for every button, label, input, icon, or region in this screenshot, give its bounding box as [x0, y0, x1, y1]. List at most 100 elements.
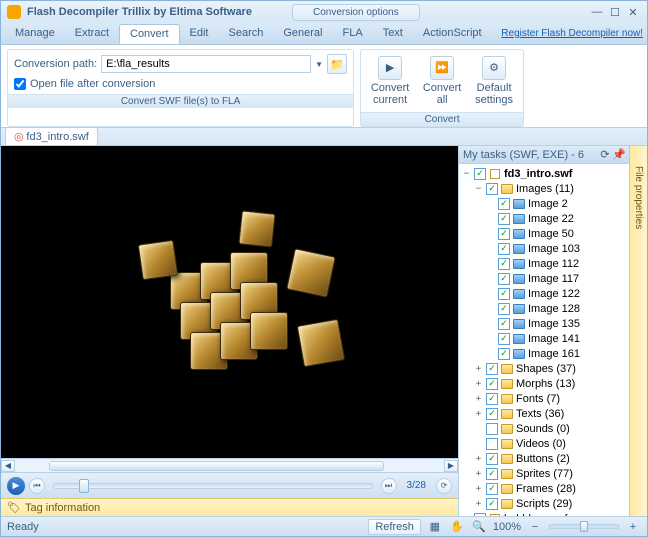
tree-node[interactable]: Videos (0): [461, 436, 627, 451]
node-label[interactable]: Image 50: [528, 228, 574, 240]
tree-node[interactable]: +✓ Fonts (7): [461, 391, 627, 406]
zoom-tool-icon[interactable]: 🔍: [471, 519, 487, 535]
node-label[interactable]: Image 2: [528, 198, 568, 210]
convert-current-button[interactable]: ▶ Convert current: [367, 54, 413, 108]
checkbox[interactable]: ✓: [486, 483, 498, 495]
tree-node[interactable]: Sounds (0): [461, 421, 627, 436]
tree-node[interactable]: ✓ Image 135: [461, 316, 627, 331]
pin-icon[interactable]: 📌: [613, 149, 625, 161]
browse-folder-button[interactable]: 📁: [327, 54, 347, 74]
menutab-edit[interactable]: Edit: [180, 24, 219, 44]
tree-node[interactable]: ✓ Image 122: [461, 286, 627, 301]
tree-node[interactable]: −✓ fd3_intro.swf: [461, 166, 627, 181]
scroll-track[interactable]: [15, 460, 444, 472]
open-after-checkbox-input[interactable]: [14, 78, 26, 90]
expand-icon[interactable]: −: [461, 169, 472, 179]
scroll-left-icon[interactable]: ◀: [1, 460, 15, 472]
node-label[interactable]: Image 22: [528, 213, 574, 225]
checkbox[interactable]: ✓: [498, 198, 510, 210]
zoom-slider[interactable]: [549, 524, 619, 529]
close-icon[interactable]: ✕: [625, 5, 641, 19]
sync-button[interactable]: ⟳: [436, 478, 452, 494]
dropdown-icon[interactable]: ▼: [315, 60, 323, 69]
node-label[interactable]: Fonts (7): [516, 393, 560, 405]
node-label[interactable]: Image 112: [528, 258, 579, 270]
file-properties-tab[interactable]: File properties: [629, 146, 647, 516]
tree-node[interactable]: +✓Sprites (77): [461, 466, 627, 481]
scroll-right-icon[interactable]: ▶: [444, 460, 458, 472]
node-label[interactable]: Image 141: [528, 333, 580, 345]
checkbox[interactable]: ✓: [486, 498, 498, 510]
menutab-extract[interactable]: Extract: [65, 24, 119, 44]
checkbox[interactable]: ✓: [498, 213, 510, 225]
conversion-options-button[interactable]: Conversion options: [292, 4, 420, 21]
tag-information-bar[interactable]: 🏷 Tag information: [1, 498, 458, 516]
checkbox[interactable]: ✓: [486, 378, 498, 390]
checkbox[interactable]: ✓: [486, 393, 498, 405]
tree-node[interactable]: ✓ Image 2: [461, 196, 627, 211]
node-label[interactable]: Image 117: [528, 273, 579, 285]
slider-knob[interactable]: [79, 479, 89, 493]
checkbox[interactable]: [486, 423, 498, 435]
node-label[interactable]: Buttons (2): [516, 453, 570, 465]
node-label[interactable]: Sounds (0): [516, 423, 570, 435]
checkbox[interactable]: ✓: [498, 243, 510, 255]
default-settings-button[interactable]: ⚙ Default settings: [471, 54, 517, 108]
menutab-actionscript[interactable]: ActionScript: [413, 24, 492, 44]
hand-tool-icon[interactable]: ✋: [449, 519, 465, 535]
refresh-button[interactable]: Refresh: [368, 519, 421, 535]
node-label[interactable]: Morphs (13): [516, 378, 575, 390]
select-tool-icon[interactable]: ▦: [427, 519, 443, 535]
menutab-fla[interactable]: FLA: [333, 24, 373, 44]
node-label[interactable]: Frames (28): [516, 483, 576, 495]
node-label[interactable]: Image 135: [528, 318, 580, 330]
menutab-search[interactable]: Search: [219, 24, 274, 44]
checkbox[interactable]: ✓: [486, 468, 498, 480]
expand-icon[interactable]: −: [473, 184, 484, 194]
register-link[interactable]: Register Flash Decompiler now!: [501, 28, 643, 39]
checkbox[interactable]: ✓: [498, 348, 510, 360]
checkbox[interactable]: ✓: [486, 183, 498, 195]
horizontal-scrollbar[interactable]: ◀ ▶: [1, 458, 458, 472]
checkbox[interactable]: ✓: [498, 228, 510, 240]
node-label[interactable]: Images (11): [516, 183, 574, 195]
node-label[interactable]: Image 161: [528, 348, 580, 360]
menutab-convert[interactable]: Convert: [119, 24, 180, 44]
tree-node[interactable]: ✓Image 112: [461, 256, 627, 271]
checkbox[interactable]: [486, 438, 498, 450]
expand-icon[interactable]: +: [473, 379, 484, 389]
node-label[interactable]: Image 122: [528, 288, 580, 300]
node-label[interactable]: fd3_intro.swf: [504, 168, 572, 180]
checkbox[interactable]: ✓: [498, 318, 510, 330]
node-label[interactable]: Sprites (77): [516, 468, 573, 480]
zoom-out-icon[interactable]: −: [527, 519, 543, 535]
checkbox[interactable]: ✓: [486, 453, 498, 465]
tree-node[interactable]: ✓ Image 128: [461, 301, 627, 316]
node-label[interactable]: Image 128: [528, 303, 580, 315]
checkbox[interactable]: ✓: [498, 333, 510, 345]
checkbox[interactable]: ✓: [486, 363, 498, 375]
expand-icon[interactable]: +: [473, 454, 484, 464]
checkbox[interactable]: ✓: [486, 408, 498, 420]
checkbox[interactable]: ✓: [474, 168, 486, 180]
tree-node[interactable]: ✓ Image 161: [461, 346, 627, 361]
scroll-thumb[interactable]: [49, 461, 384, 471]
expand-icon[interactable]: +: [473, 364, 484, 374]
checkbox[interactable]: ✓: [498, 303, 510, 315]
document-tab[interactable]: ◎ fd3_intro.swf: [5, 127, 98, 145]
minimize-icon[interactable]: —: [589, 5, 605, 19]
expand-icon[interactable]: +: [473, 394, 484, 404]
preview-viewport[interactable]: [1, 146, 458, 458]
tree-node[interactable]: +✓ Morphs (13): [461, 376, 627, 391]
node-label[interactable]: Image 103: [528, 243, 580, 255]
checkbox[interactable]: ✓: [498, 288, 510, 300]
node-label[interactable]: Videos (0): [516, 438, 566, 450]
playback-slider[interactable]: [53, 483, 373, 489]
tree-node[interactable]: ✓ Image 50: [461, 226, 627, 241]
node-label[interactable]: Shapes (37): [516, 363, 576, 375]
zoom-in-icon[interactable]: +: [625, 519, 641, 535]
menutab-text[interactable]: Text: [373, 24, 413, 44]
refresh-tasks-icon[interactable]: ⟳: [599, 149, 611, 161]
tree-node[interactable]: ✓ Image 22: [461, 211, 627, 226]
play-button[interactable]: ▶: [7, 477, 25, 495]
